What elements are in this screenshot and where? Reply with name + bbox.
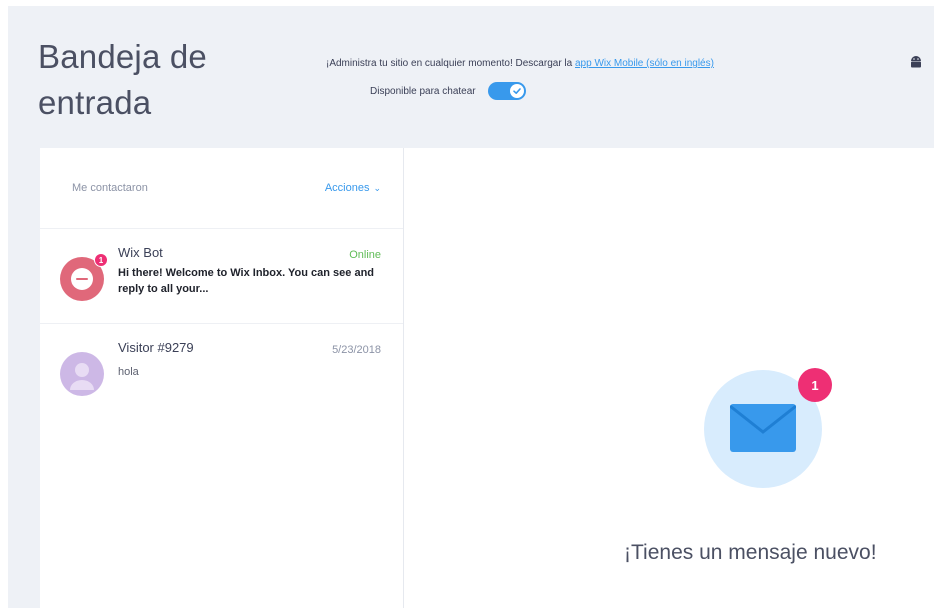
conversation-item-wix-bot[interactable]: 1 Wix Bot Online Hi there! Welcome to Wi… bbox=[40, 228, 403, 323]
android-icon[interactable] bbox=[908, 54, 924, 70]
new-message-text: ¡Tienes un mensaje nuevo! bbox=[624, 541, 877, 564]
user-silhouette-icon bbox=[70, 363, 94, 390]
page-title: Bandeja de entrada bbox=[38, 38, 207, 121]
chevron-down-icon: ⌄ bbox=[373, 183, 381, 193]
inbox-app: Bandeja de entrada ¡Administra tu sitio … bbox=[8, 6, 934, 608]
message-preview: hola bbox=[118, 366, 139, 378]
mobile-app-promo: ¡Administra tu sitio en cualquier moment… bbox=[326, 58, 714, 69]
new-message-badge: 1 bbox=[798, 368, 832, 402]
online-status: Online bbox=[349, 249, 381, 261]
actions-menu[interactable]: Acciones ⌄ bbox=[325, 182, 381, 194]
avatar bbox=[60, 352, 104, 396]
check-icon bbox=[512, 88, 521, 94]
contact-name: Visitor #9279 bbox=[118, 340, 194, 355]
chat-toggle-label: Disponible para chatear bbox=[370, 85, 476, 97]
promo-text: ¡Administra tu sitio en cualquier moment… bbox=[326, 58, 575, 69]
conversation-filter[interactable]: Me contactaron bbox=[72, 182, 148, 194]
conversation-item-visitor[interactable]: Visitor #9279 5/23/2018 hola bbox=[40, 323, 403, 418]
message-preview: Hi there! Welcome to Wix Inbox. You can … bbox=[118, 267, 375, 295]
last-message-date: 5/23/2018 bbox=[332, 344, 381, 356]
unread-badge: 1 bbox=[94, 253, 108, 267]
conversation-list: Me contactaron Acciones ⌄ 1 Wix Bot Onlin… bbox=[40, 148, 404, 608]
contact-name: Wix Bot bbox=[118, 245, 163, 260]
list-header: Me contactaron Acciones ⌄ bbox=[40, 148, 403, 228]
chat-availability-toggle[interactable] bbox=[487, 82, 526, 100]
envelope-icon bbox=[730, 404, 796, 452]
toggle-knob bbox=[509, 84, 524, 98]
wix-mobile-app-link[interactable]: app Wix Mobile (sólo en inglés) bbox=[575, 58, 714, 69]
actions-label: Acciones bbox=[324, 182, 370, 194]
conversation-detail: 1 ¡Tienes un mensaje nuevo! bbox=[404, 148, 934, 608]
chat-availability: Disponible para chatear bbox=[370, 82, 526, 100]
